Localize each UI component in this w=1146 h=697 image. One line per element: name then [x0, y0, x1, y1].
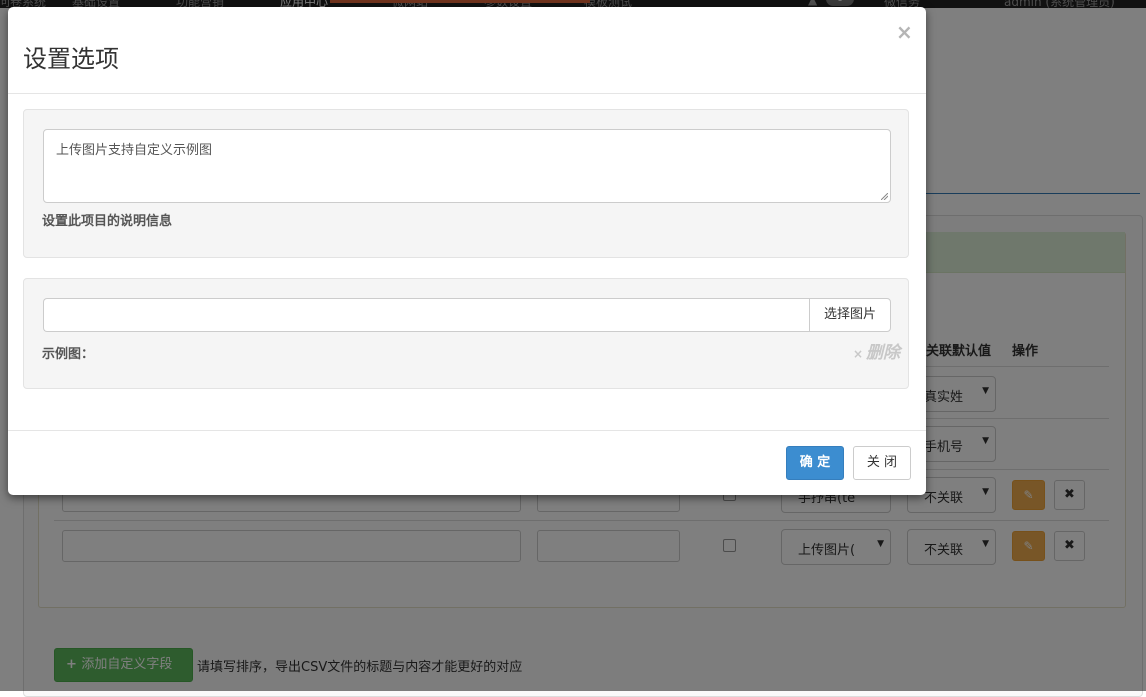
description-value: 上传图片支持自定义示例图 [56, 143, 213, 158]
example-image-label: 示例图： [42, 347, 95, 362]
delete-icon: × [853, 347, 864, 361]
close-button[interactable]: 关 闭 [853, 446, 911, 480]
modal-footer-divider [8, 430, 926, 431]
confirm-button[interactable]: 确 定 [786, 446, 844, 480]
choose-image-button[interactable]: 选择图片 [809, 298, 891, 332]
description-textarea[interactable]: 上传图片支持自定义示例图 [43, 129, 891, 203]
modal-header-divider [8, 93, 926, 94]
delete-label: 删除 [866, 343, 901, 363]
example-image-section [23, 278, 909, 389]
settings-modal: × 设置选项 上传图片支持自定义示例图 设置此项目的说明信息 选择图片 示例图：… [8, 7, 926, 495]
resize-handle-icon[interactable] [881, 193, 888, 200]
delete-image-link[interactable]: × 删除 [853, 338, 900, 363]
description-help-text: 设置此项目的说明信息 [42, 214, 173, 229]
close-icon[interactable]: × [896, 20, 913, 44]
modal-title: 设置选项 [23, 45, 119, 73]
image-path-input[interactable] [43, 298, 810, 332]
